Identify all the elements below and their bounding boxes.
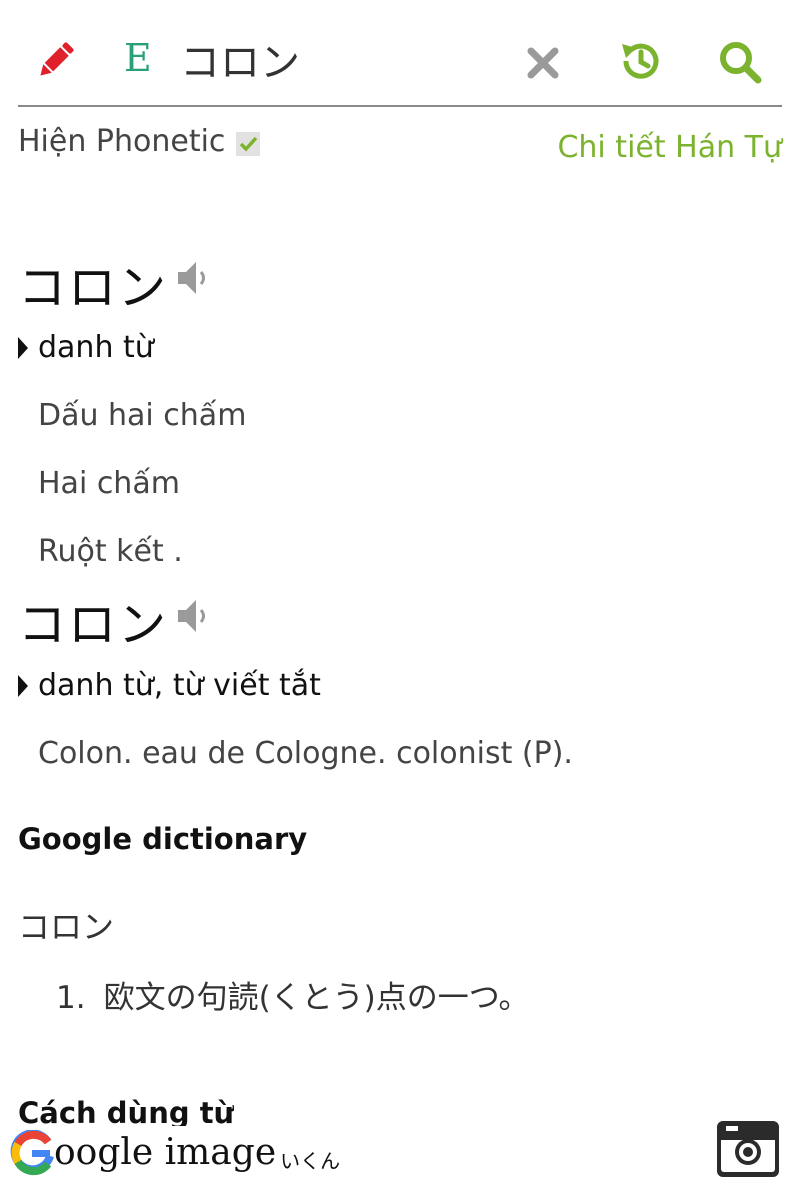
history-icon[interactable] [618, 38, 664, 84]
phonetic-checkbox[interactable] [236, 132, 260, 156]
google-image-text: oogle image [54, 1132, 277, 1173]
checkmark-icon [239, 136, 258, 152]
definition-number: 1. [56, 980, 86, 1016]
meaning-item: Colon. eau de Cologne. colonist (P). [38, 736, 573, 771]
speaker-icon[interactable] [174, 596, 214, 636]
entry-word: コロン [18, 260, 169, 316]
google-image-subtext: いくん [280, 1149, 341, 1173]
header-divider [18, 105, 782, 107]
expand-triangle-icon [18, 674, 28, 697]
part-of-speech-label: danh từ, từ viết tắt [38, 668, 321, 703]
search-input[interactable] [180, 34, 510, 84]
google-dictionary-title: Google dictionary [18, 822, 308, 856]
language-badge[interactable]: E [124, 36, 152, 80]
google-dictionary-word: コロン [18, 908, 115, 946]
meaning-item: Ruột kết . [38, 534, 183, 569]
definition-text: 欧文の句読(くとう)点の一つ。 [103, 980, 530, 1016]
meaning-item: Hai chấm [38, 466, 180, 501]
camera-icon[interactable] [716, 1120, 780, 1178]
part-of-speech-label: danh từ [38, 330, 154, 365]
part-of-speech: danh từ [18, 330, 154, 365]
search-bar: E [0, 0, 800, 108]
google-logo-icon [10, 1130, 54, 1176]
entry-word: コロン [18, 597, 169, 653]
expand-triangle-icon [18, 336, 28, 359]
google-image-button[interactable]: oogle image いくん [10, 1126, 340, 1176]
part-of-speech: danh từ, từ viết tắt [18, 668, 321, 703]
kanji-detail-link[interactable]: Chi tiết Hán Tự [557, 130, 782, 165]
pencil-icon[interactable] [34, 38, 78, 82]
meaning-item: Dấu hai chấm [38, 398, 247, 433]
speaker-icon[interactable] [174, 258, 214, 298]
phonetic-label: Hiện Phonetic [18, 124, 226, 159]
usage-title: Cách dùng từ [18, 1096, 235, 1126]
google-definition-item: 1. 欧文の句読(くとう)点の一つ。 [56, 972, 530, 1017]
search-icon[interactable] [716, 38, 764, 86]
close-icon[interactable] [524, 44, 562, 82]
